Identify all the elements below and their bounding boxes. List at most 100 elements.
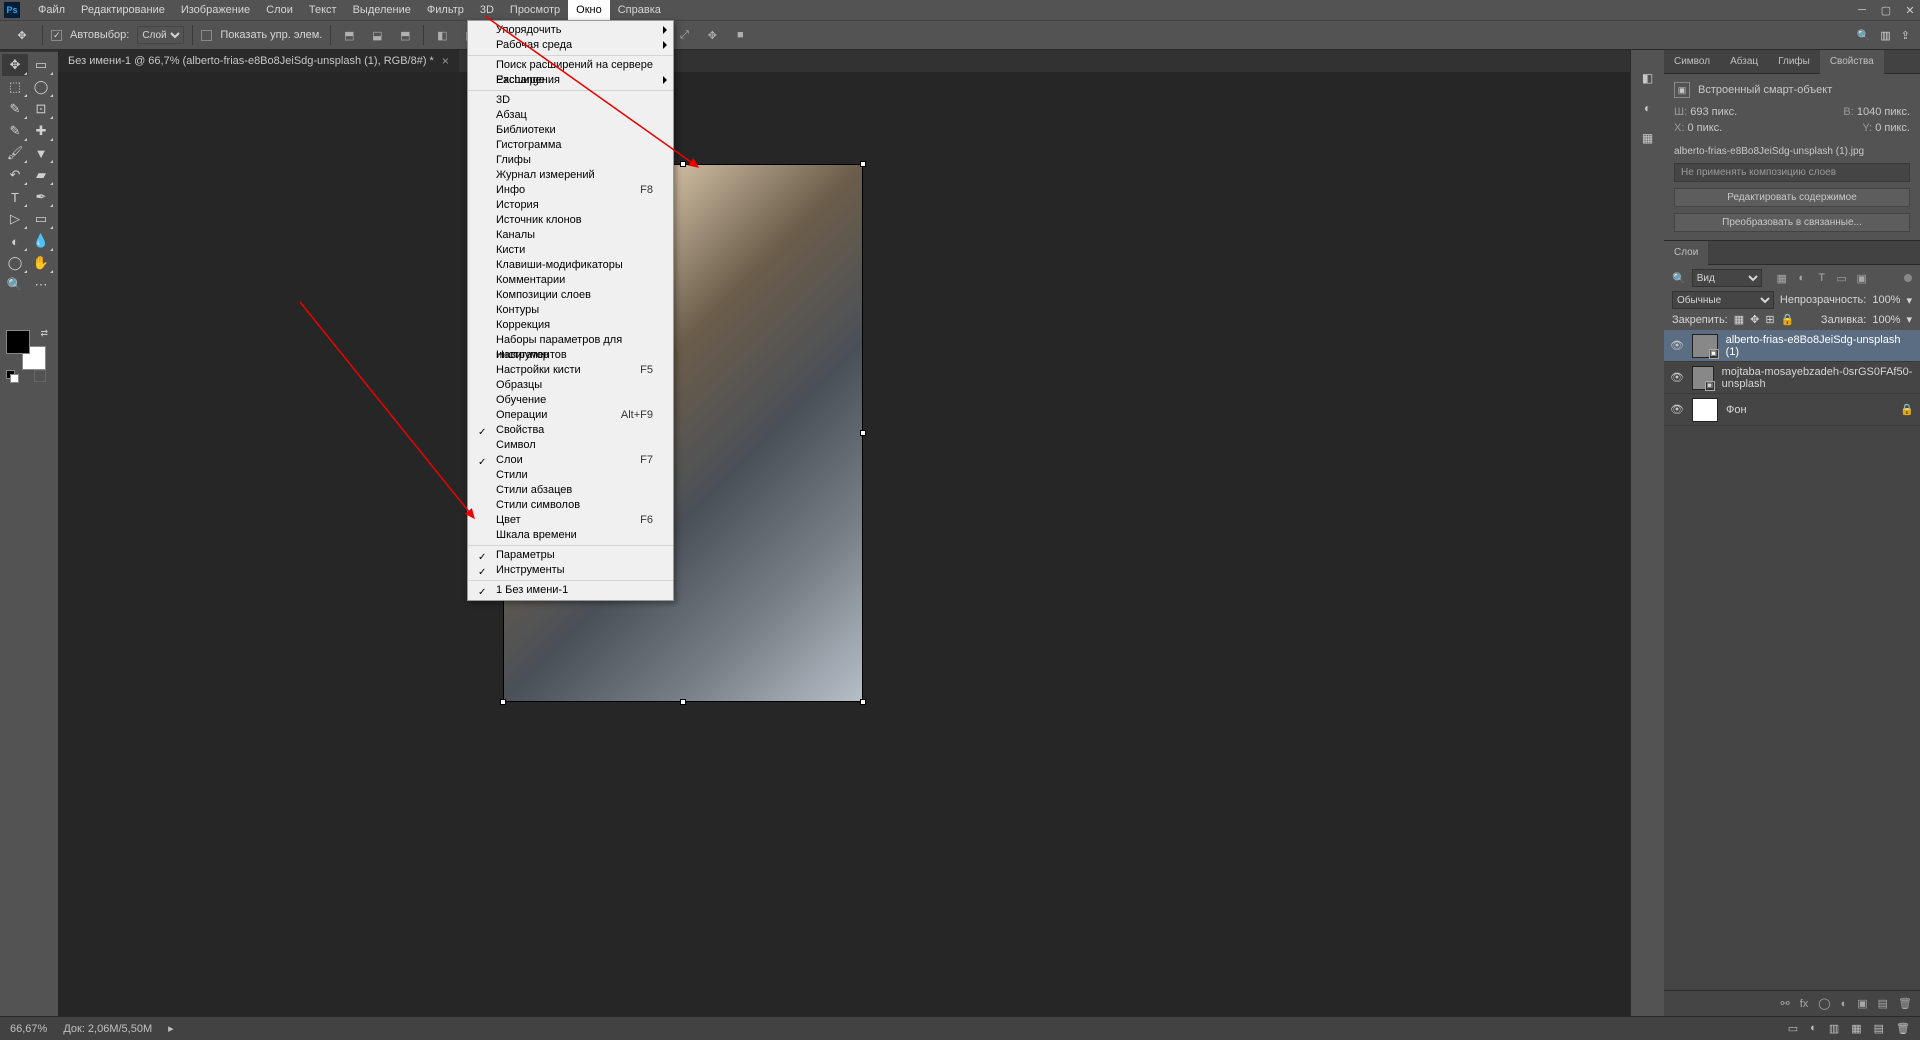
menu-item[interactable]: Композиции слоев	[468, 288, 673, 303]
swap-colors-icon[interactable]: ⇄	[40, 328, 48, 339]
gradient-tool[interactable]: ◐	[2, 230, 28, 252]
menu-item[interactable]: Стили абзацев	[468, 483, 673, 498]
zoom-tool[interactable]: 🔍	[2, 274, 28, 296]
align-bottom-icon[interactable]: ⬒	[395, 25, 415, 45]
transform-handle[interactable]	[860, 699, 866, 705]
menu-item[interactable]: ЦветF6	[468, 513, 673, 528]
menu-item[interactable]: Стили	[468, 468, 673, 483]
menu-файл[interactable]: Файл	[30, 0, 73, 20]
close-icon[interactable]: ✕	[1904, 4, 1916, 17]
menu-item[interactable]: ОперацииAlt+F9	[468, 408, 673, 423]
menu-item[interactable]: Журнал измерений	[468, 168, 673, 183]
canvas[interactable]	[58, 72, 1630, 1016]
menu-item[interactable]: Наборы параметров для инструментов	[468, 333, 673, 348]
layer-filter-dropdown[interactable]: Вид	[1692, 269, 1762, 287]
move-tool[interactable]: ✥	[2, 54, 28, 76]
edit-toolbar-icon[interactable]: ⋯	[28, 274, 54, 296]
new-layer-icon[interactable]: ▤	[1878, 997, 1888, 1010]
foreground-color[interactable]	[6, 330, 30, 354]
status-icon4[interactable]: ▤	[1874, 1022, 1884, 1035]
rectangle-tool[interactable]: ▭	[28, 208, 54, 230]
group-icon[interactable]: ▣	[1857, 997, 1867, 1010]
menu-item[interactable]: Источник клонов	[468, 213, 673, 228]
lock-all-icon[interactable]: 🔒	[1781, 313, 1795, 326]
stamp-tool[interactable]: ▼	[28, 142, 54, 164]
path-select-tool[interactable]: ▷	[2, 208, 28, 230]
menu-изображение[interactable]: Изображение	[173, 0, 258, 20]
autoselect-dropdown[interactable]: Слой	[137, 26, 184, 44]
visibility-icon[interactable]: 👁	[1670, 403, 1684, 416]
menu-item[interactable]: 3D	[468, 93, 673, 108]
menu-item[interactable]: Символ	[468, 438, 673, 453]
transform-handle[interactable]	[500, 699, 506, 705]
opacity-value[interactable]: 100%	[1872, 294, 1900, 306]
color-panel-icon[interactable]: ◧	[1638, 68, 1658, 88]
menu-фильтр[interactable]: Фильтр	[419, 0, 472, 20]
swatches-panel-icon[interactable]: ▦	[1638, 128, 1658, 148]
menu-item[interactable]: Контуры	[468, 303, 673, 318]
layer-thumbnail[interactable]: ▣	[1692, 366, 1714, 390]
menu-item[interactable]: Свойства✓	[468, 423, 673, 438]
panel-tab[interactable]: Абзац	[1720, 50, 1768, 74]
3d-pan-icon[interactable]: ✥	[702, 25, 722, 45]
status-trash-icon[interactable]: 🗑	[1896, 1022, 1910, 1035]
3d-scale-icon[interactable]: ⤢	[674, 25, 694, 45]
lock-nested-icon[interactable]: ⊞	[1765, 313, 1774, 326]
menu-item[interactable]: Клавиши-модификаторы	[468, 258, 673, 273]
filter-toggle[interactable]	[1904, 274, 1912, 282]
layer-row[interactable]: 👁▣mojtaba-mosayebzadeh-0srGS0FAf50-unspl…	[1664, 362, 1920, 394]
menu-item[interactable]: Настройки кистиF5	[468, 363, 673, 378]
panel-tab[interactable]: Глифы	[1768, 50, 1820, 74]
menu-item[interactable]: Обучение	[468, 393, 673, 408]
menu-item[interactable]: Комментарии	[468, 273, 673, 288]
zoom-level[interactable]: 66,67%	[10, 1023, 47, 1035]
move-tool-icon[interactable]: ✥	[10, 25, 34, 45]
quick-select-tool[interactable]: ✎	[2, 98, 28, 120]
close-tab-icon[interactable]: ×	[442, 54, 449, 68]
default-colors-icon[interactable]	[6, 370, 18, 382]
eyedropper-tool[interactable]: ✎	[2, 120, 28, 142]
pen-tool[interactable]: ✒	[28, 186, 54, 208]
brush-tool[interactable]: 🖌	[2, 142, 28, 164]
history-brush-tool[interactable]: ↶	[2, 164, 28, 186]
menu-item[interactable]: 1 Без имени-1✓	[468, 583, 673, 598]
x-value[interactable]: 0 пикс.	[1687, 122, 1722, 134]
hand-tool[interactable]: ✋	[28, 252, 54, 274]
menu-справка[interactable]: Справка	[610, 0, 669, 20]
menu-item[interactable]: ИнфоF8	[468, 183, 673, 198]
layer-style-icon[interactable]: fx	[1800, 998, 1809, 1010]
menu-item[interactable]: Параметры✓	[468, 548, 673, 563]
menu-item[interactable]: Гистограмма	[468, 138, 673, 153]
type-tool[interactable]: T	[2, 186, 28, 208]
edit-contents-button[interactable]: Редактировать содержимое	[1674, 188, 1910, 207]
layer-thumbnail[interactable]	[1692, 398, 1718, 422]
blend-mode-dropdown[interactable]: Обычные	[1672, 291, 1774, 309]
y-value[interactable]: 0 пикс.	[1875, 122, 1910, 134]
transform-handle[interactable]	[680, 699, 686, 705]
menu-item[interactable]: Абзац	[468, 108, 673, 123]
convert-linked-button[interactable]: Преобразовать в связанные...	[1674, 213, 1910, 232]
menu-item[interactable]: Расширения	[468, 73, 673, 88]
align-vcenter-icon[interactable]: ⬓	[367, 25, 387, 45]
layer-thumbnail[interactable]: ▣	[1692, 334, 1718, 358]
menu-item[interactable]: Кисти	[468, 243, 673, 258]
marquee-tool[interactable]: ⬚	[2, 76, 28, 98]
panel-tab[interactable]: Символ	[1664, 50, 1720, 74]
layer-mask-icon[interactable]: ◯	[1818, 997, 1830, 1010]
filter-adjust-icon[interactable]: ◐	[1794, 270, 1810, 286]
lasso-tool[interactable]: ◯	[28, 76, 54, 98]
layers-tab[interactable]: Слои	[1664, 241, 1708, 265]
menu-редактирование[interactable]: Редактирование	[73, 0, 173, 20]
menu-item[interactable]: Стили символов	[468, 498, 673, 513]
artboard-tool[interactable]: ▭	[28, 54, 54, 76]
adjustment-layer-icon[interactable]: ◐	[1841, 998, 1848, 1010]
layer-row[interactable]: 👁▣alberto-frias-e8Bo8JeiSdg-unsplash (1)	[1664, 330, 1920, 362]
transform-handle[interactable]	[860, 161, 866, 167]
menu-item[interactable]: Библиотеки	[468, 123, 673, 138]
visibility-icon[interactable]: 👁	[1670, 339, 1684, 352]
panel-tab[interactable]: Свойства	[1820, 50, 1884, 74]
maximize-icon[interactable]: ▢	[1880, 4, 1892, 17]
layer-row[interactable]: 👁Фон🔒	[1664, 394, 1920, 426]
layer-comp-hint[interactable]: Не применять композицию слоев	[1674, 163, 1910, 182]
menu-item[interactable]: История	[468, 198, 673, 213]
